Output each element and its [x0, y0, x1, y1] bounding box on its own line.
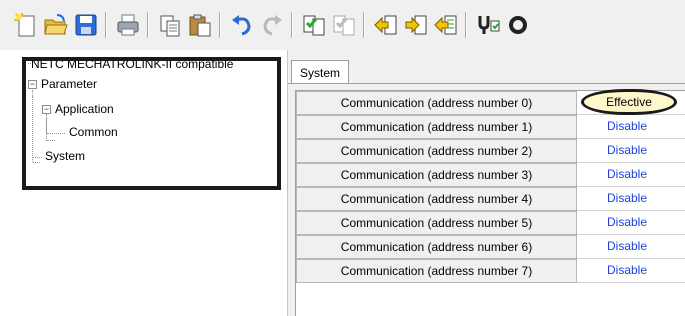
download-icon[interactable]: [402, 11, 430, 39]
parameter-panel: System Communication (address number 0) …: [288, 50, 685, 316]
collapse-application-icon[interactable]: −: [42, 105, 51, 114]
tab-system[interactable]: System: [291, 60, 350, 84]
copy-icon[interactable]: [156, 11, 184, 39]
open-folder-icon[interactable]: [42, 11, 70, 39]
tree-item-system[interactable]: System: [44, 149, 86, 163]
upload-icon[interactable]: [372, 11, 400, 39]
row-value[interactable]: Disable: [577, 259, 685, 283]
undo-icon[interactable]: [228, 11, 256, 39]
compile-icon[interactable]: [300, 11, 328, 39]
row-label: Communication (address number 2): [296, 139, 577, 163]
save-icon[interactable]: [72, 11, 100, 39]
settings-icon[interactable]: [504, 11, 532, 39]
row-label: Communication (address number 0): [296, 91, 577, 115]
row-value[interactable]: Disable: [577, 163, 685, 187]
row-label: Communication (address number 4): [296, 187, 577, 211]
new-file-icon[interactable]: [12, 11, 40, 39]
table-row: Communication (address number 1) Disable: [296, 115, 685, 139]
row-label: Communication (address number 1): [296, 115, 577, 139]
table-row: Communication (address number 2) Disable: [296, 139, 685, 163]
effective-value[interactable]: Effective: [581, 89, 677, 115]
table-row: Communication (address number 4) Disable: [296, 187, 685, 211]
tree-item-application[interactable]: Application: [54, 102, 115, 116]
row-label: Communication (address number 3): [296, 163, 577, 187]
transfer-icon[interactable]: [474, 11, 502, 39]
table-row: Communication (address number 6) Disable: [296, 235, 685, 259]
row-value[interactable]: Disable: [577, 139, 685, 163]
table-row: Communication (address number 0) Effecti…: [296, 89, 685, 115]
redo-icon[interactable]: [258, 11, 286, 39]
row-value[interactable]: Disable: [577, 187, 685, 211]
table-row: Communication (address number 7) Disable: [296, 259, 685, 283]
row-value[interactable]: Disable: [577, 235, 685, 259]
print-icon[interactable]: [114, 11, 142, 39]
table-row: Communication (address number 5) Disable: [296, 211, 685, 235]
row-label: Communication (address number 5): [296, 211, 577, 235]
parameter-grid: Communication (address number 0) Effecti…: [295, 89, 685, 316]
tree-item-common[interactable]: Common: [68, 125, 119, 139]
compare-icon[interactable]: [432, 11, 460, 39]
toolbar: [0, 0, 685, 50]
collapse-parameter-icon[interactable]: −: [28, 80, 37, 89]
row-label: Communication (address number 6): [296, 235, 577, 259]
tree-item-parameter[interactable]: Parameter: [40, 77, 98, 91]
tab-divider: [288, 83, 685, 84]
paste-icon[interactable]: [186, 11, 214, 39]
table-row: Communication (address number 3) Disable: [296, 163, 685, 187]
row-value[interactable]: Disable: [577, 211, 685, 235]
row-label: Communication (address number 7): [296, 259, 577, 283]
tree-root-netc[interactable]: NETC MECHATROLINK-II compatible: [30, 57, 234, 71]
row-value[interactable]: Disable: [577, 115, 685, 139]
compile-all-icon[interactable]: [330, 11, 358, 39]
row-value[interactable]: Effective: [577, 89, 685, 115]
